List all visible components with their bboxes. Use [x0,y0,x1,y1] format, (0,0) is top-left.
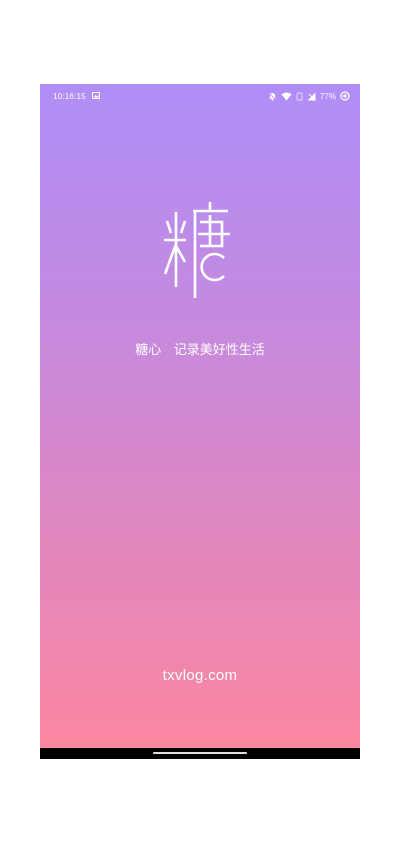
signal-icon [307,92,316,100]
navigation-bar [40,748,360,759]
battery-percent: 77% [319,91,336,101]
home-indicator[interactable] [153,752,247,754]
image-icon [92,92,100,99]
battery-icon [340,91,350,101]
status-time: 10:16:15 [53,92,86,101]
data-icon [296,92,303,100]
app-logo [164,202,230,298]
wifi-icon [281,92,292,100]
app-tagline: 糖心 记录美好性生活 [135,343,265,358]
status-icons: 77% [268,91,350,101]
splash-screen: 10:16:15 77% 糖心 记录美好性生活 txvlog.com [40,84,360,748]
phone-screen: 10:16:15 77% 糖心 记录美好性生活 txvlog.com [40,84,360,759]
website-url: txvlog.com [162,667,238,684]
status-bar: 10:16:15 77% [40,84,360,108]
bell-icon [268,92,277,101]
